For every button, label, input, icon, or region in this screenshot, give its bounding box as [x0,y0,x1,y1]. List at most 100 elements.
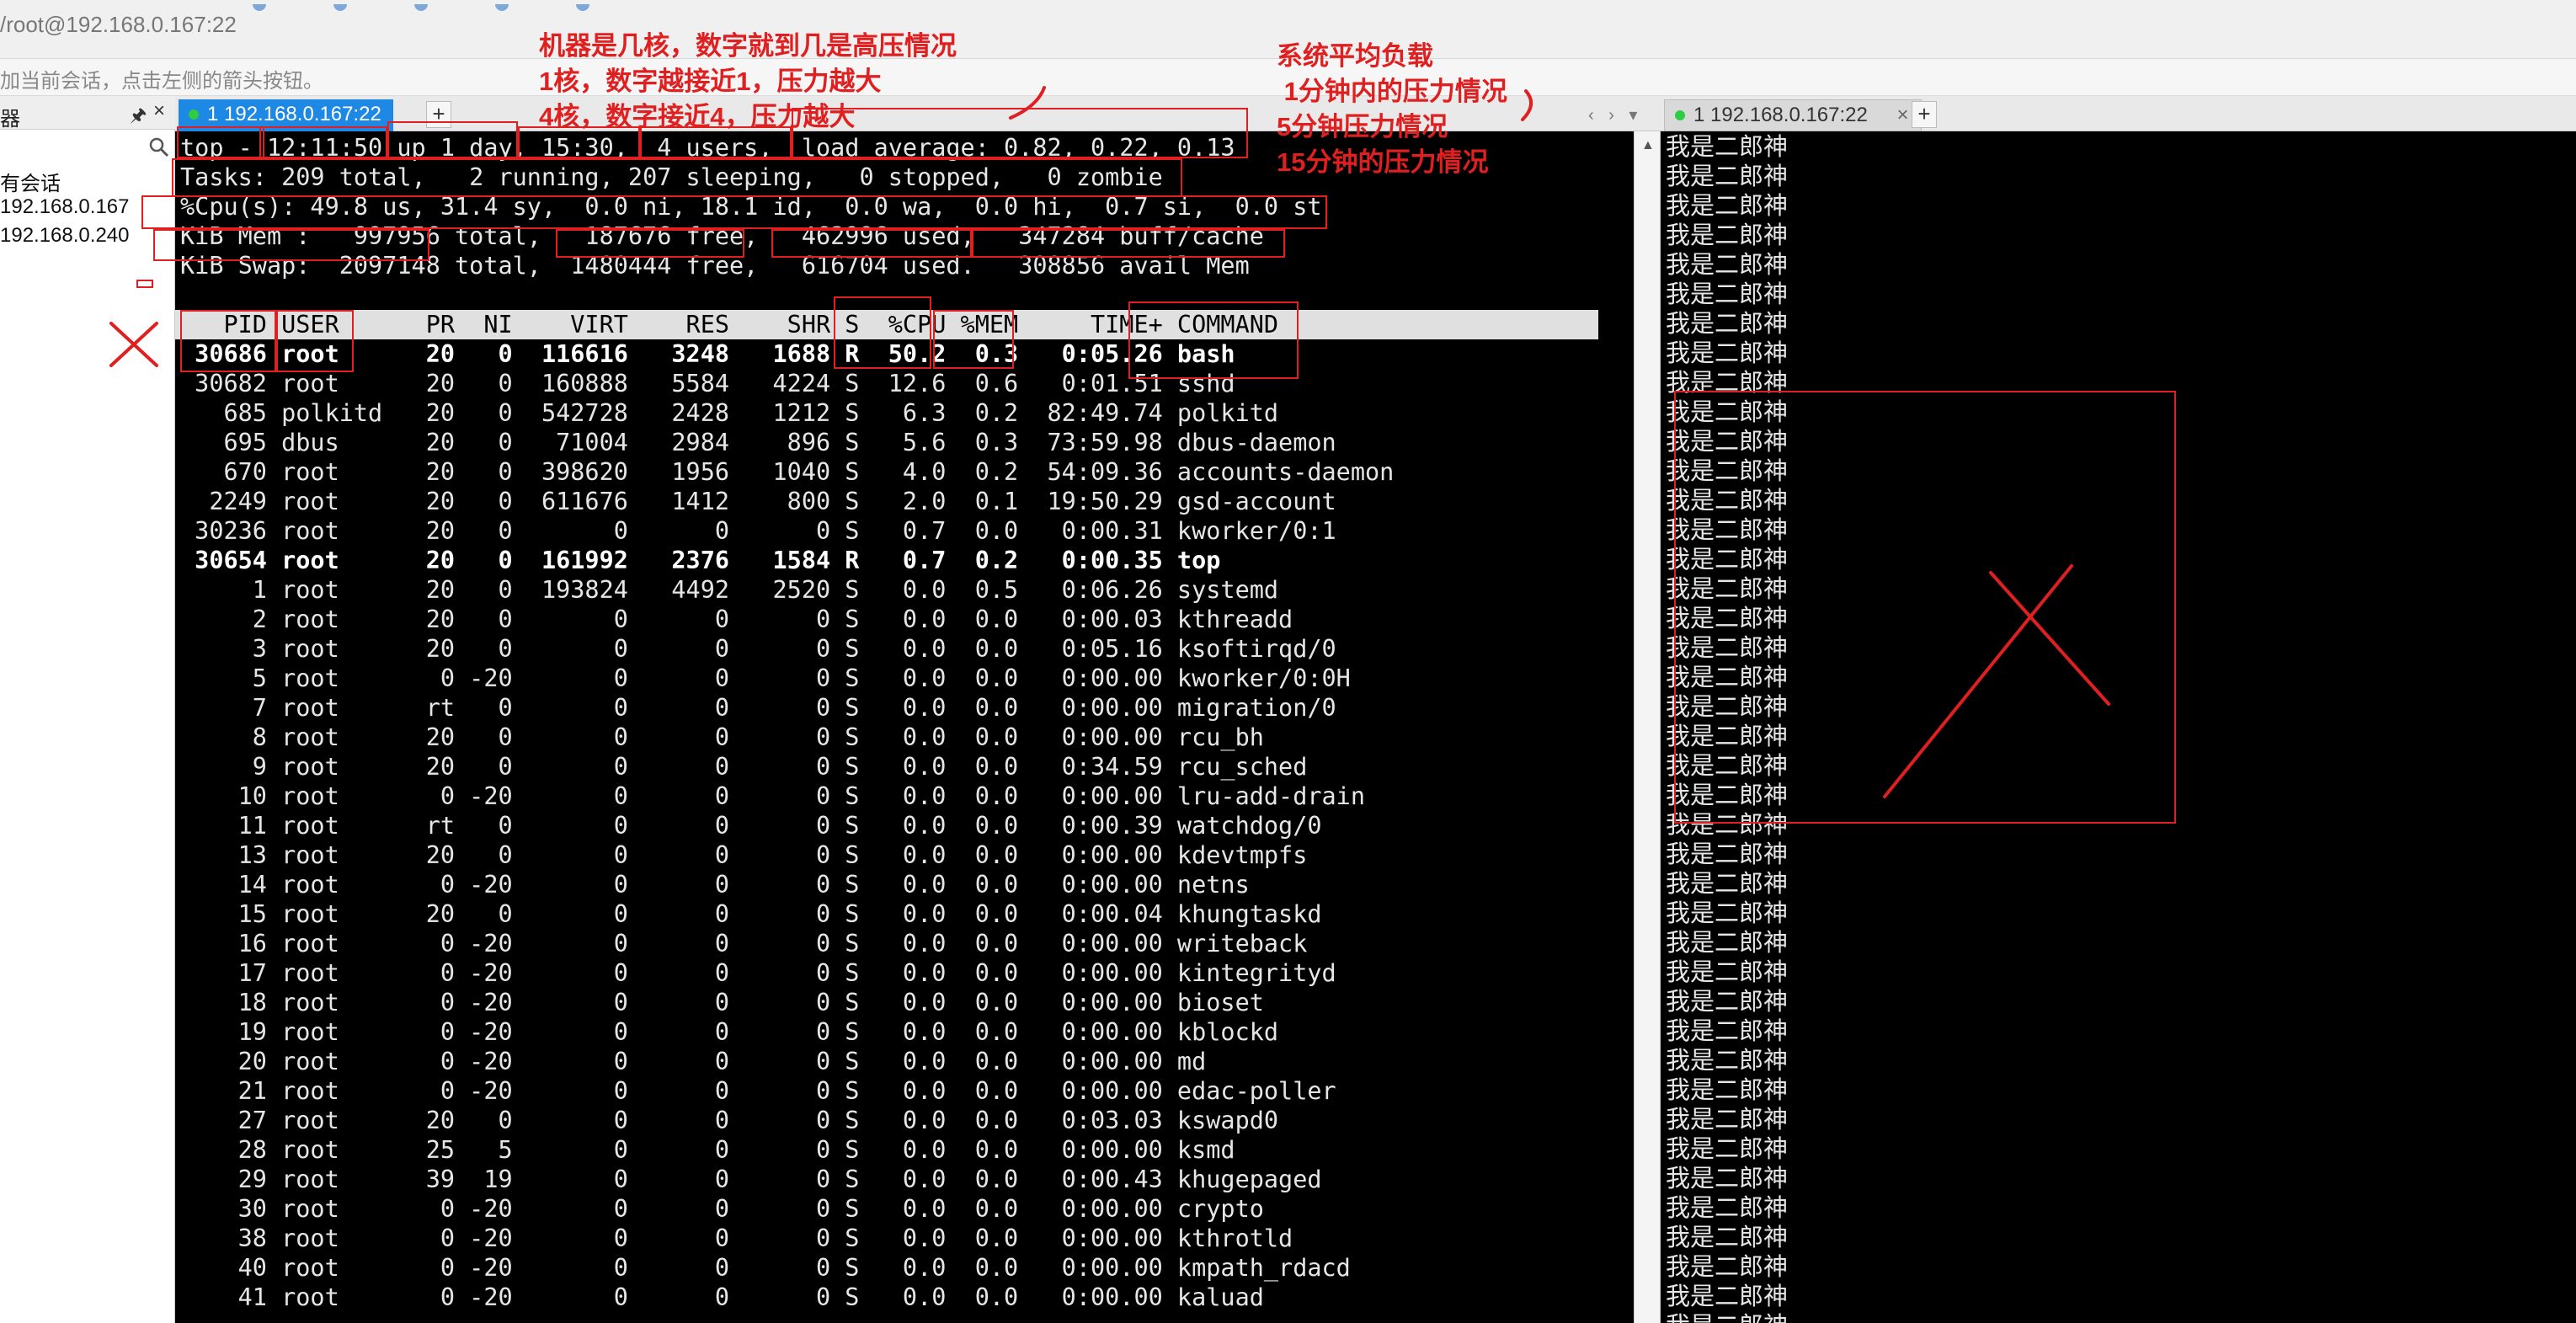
anno-box-cpu [141,195,1327,229]
anno-box-top [177,126,264,158]
table-row: 29 root 39 19 0 0 0 S 0.0 0.0 0:00.43 kh… [180,1166,1322,1193]
connected-icon [189,109,199,120]
output-line: 我是二郎神 [1666,252,1789,279]
output-line: 我是二郎神 [1666,1048,1789,1075]
table-row: 15 root 20 0 0 0 0 S 0.0 0.0 0:00.04 khu… [180,900,1322,928]
table-row: 2249 root 20 0 611676 1412 800 S 2.0 0.1… [180,488,1336,515]
anno-box-command-col [1128,301,1299,379]
note-cores-line-2: 1核，数字越接近1，压力越大 [539,67,882,96]
anno-box-uptime-day [387,121,518,158]
tab-scroll-arrows[interactable]: ‹ › ▾ [1588,104,1642,125]
table-row: 21 root 0 -20 0 0 0 S 0.0 0.0 0:00.00 ed… [180,1077,1336,1105]
output-line: 我是二郎神 [1666,930,1789,957]
note-cores-line-3: 4核，数字接近4，压力越大 [539,102,856,131]
table-row: 9 root 20 0 0 0 0 S 0.0 0.0 0:34.59 rcu_… [180,753,1308,781]
table-row: 30682 root 20 0 160888 5584 4224 S 12.6 … [180,370,1235,397]
note-cores: 机器是几核，数字就到几是高压情况 1核，数字越接近1，压力越大 4核，数字接近4… [539,29,957,135]
table-row: 40 root 0 -20 0 0 0 S 0.0 0.0 0:00.00 km… [180,1254,1351,1282]
note-load-line-2: 1分钟内的压力情况 [1277,77,1507,106]
new-tab-button[interactable]: + [1912,101,1937,128]
output-line: 我是二郎神 [1666,1254,1789,1281]
output-line: 我是二郎神 [1666,1107,1789,1134]
tab-session-right[interactable]: 1 192.168.0.167:22 × [1664,99,1922,131]
table-row: 670 root 20 0 398620 1956 1040 S 4.0 0.2… [180,458,1395,486]
anno-box-buff-cache [972,229,1285,258]
table-row: 8 root 20 0 0 0 0 S 0.0 0.0 0:00.00 rcu_… [180,723,1264,751]
scroll-up-icon[interactable]: ▲ [1641,138,1655,153]
tab-label: 1 192.168.0.167:22 [1693,104,1868,126]
output-line: 我是二郎神 [1666,1136,1789,1163]
table-row: 2 root 20 0 0 0 0 S 0.0 0.0 0:00.03 kthr… [180,605,1293,633]
pin-icon[interactable]: 🖈 [130,101,147,133]
output-line: 我是二郎神 [1666,989,1789,1016]
output-line: 我是二郎神 [1666,222,1789,249]
table-row: 41 root 0 -20 0 0 0 S 0.0 0.0 0:00.00 ka… [180,1283,1264,1311]
output-line: 我是二郎神 [1666,959,1789,986]
table-row: 18 root 0 -20 0 0 0 S 0.0 0.0 0:00.00 bi… [180,989,1264,1016]
output-line: 我是二郎神 [1666,193,1789,220]
session-item-167[interactable]: 192.168.0.167 [0,195,129,219]
output-line: 我是二郎神 [1666,134,1789,161]
anno-box-mem-free [556,229,744,258]
table-row: 30654 root 20 0 161992 2376 1584 R 0.7 0… [180,547,1221,574]
output-line: 我是二郎神 [1666,841,1789,868]
session-item-240[interactable]: 192.168.0.240 [0,224,129,248]
output-line: 我是二郎神 [1666,1166,1789,1192]
note-cores-line-1: 机器是几核，数字就到几是高压情况 [539,31,957,61]
table-row: 19 root 0 -20 0 0 0 S 0.0 0.0 0:00.00 kb… [180,1018,1279,1046]
terminal-scrollbar[interactable]: ▲ [1634,131,1661,1323]
tab-label: 1 192.168.0.167:22 [207,103,381,125]
table-row: 5 root 0 -20 0 0 0 S 0.0 0.0 0:00.00 kwo… [180,664,1351,692]
anno-box-right-output [1674,391,2176,824]
anno-box-mem-col [933,310,1014,369]
session-manager-header: 器 🖈 × [0,96,175,133]
table-row: 20 root 0 -20 0 0 0 S 0.0 0.0 0:00.00 md [180,1048,1207,1075]
close-icon[interactable]: × [153,99,165,123]
table-row: 30236 root 20 0 0 0 0 S 0.7 0.0 0:00.31 … [180,517,1336,545]
output-line: 我是二郎神 [1666,1077,1789,1104]
note-load-line-4: 15分钟的压力情况 [1277,147,1489,177]
output-line: 我是二郎神 [1666,340,1789,367]
note-load-average: 系统平均负载 1分钟内的压力情况 5分钟压力情况 15分钟的压力情况 [1277,39,1507,180]
table-row: 1 root 20 0 193824 4492 2520 S 0.0 0.5 0… [180,576,1279,604]
anno-box-mem-used [771,229,972,258]
table-row: 30 root 0 -20 0 0 0 S 0.0 0.0 0:00.00 cr… [180,1195,1264,1223]
window-title: /root@192.168.0.167:22 [0,12,237,37]
anno-box-small [136,280,153,288]
table-row: 13 root 20 0 0 0 0 S 0.0 0.0 0:00.00 kde… [180,841,1308,869]
output-line: 我是二郎神 [1666,900,1789,927]
hint-text: 加当前会话，点击左侧的箭头按钮。 [0,70,323,93]
table-row: 16 root 0 -20 0 0 0 S 0.0 0.0 0:00.00 wr… [180,930,1308,958]
table-row: 28 root 25 5 0 0 0 S 0.0 0.0 0:00.00 ksm… [180,1136,1235,1164]
output-line: 我是二郎神 [1666,311,1789,338]
output-line: 我是二郎神 [1666,1224,1789,1251]
anno-box-pid [180,310,276,372]
output-line: 我是二郎神 [1666,281,1789,308]
connected-icon [1675,110,1685,120]
note-load-line-3: 5分钟压力情况 [1277,112,1448,141]
anno-box-mem-total [153,229,429,261]
table-row: 685 polkitd 20 0 542728 2428 1212 S 6.3 … [180,399,1279,427]
output-line: 我是二郎神 [1666,1018,1789,1045]
table-row: 17 root 0 -20 0 0 0 S 0.0 0.0 0:00.00 ki… [180,959,1336,987]
table-row: 11 root rt 0 0 0 0 S 0.0 0.0 0:00.39 wat… [180,812,1322,840]
output-line: 我是二郎神 [1666,871,1789,898]
anno-box-time [259,126,387,158]
search-icon[interactable] [148,136,170,158]
output-line: 我是二郎神 [1666,1283,1789,1310]
right-tab-bar: 1 192.168.0.167:22 × + [1661,96,2576,131]
session-manager-title: 器 [0,108,20,131]
table-row: 38 root 0 -20 0 0 0 S 0.0 0.0 0:00.00 kt… [180,1224,1293,1252]
table-row: 14 root 0 -20 0 0 0 S 0.0 0.0 0:00.00 ne… [180,871,1250,899]
note-load-line-1: 系统平均负载 [1277,41,1433,71]
table-row: 7 root rt 0 0 0 0 S 0.0 0.0 0:00.00 migr… [180,694,1336,722]
anno-box-cpu-col [834,296,931,369]
table-row: 3 root 20 0 0 0 0 S 0.0 0.0 0:05.16 ksof… [180,635,1336,663]
table-row: 10 root 0 -20 0 0 0 S 0.0 0.0 0:00.00 lr… [180,782,1365,810]
output-line: 我是二郎神 [1666,1312,1788,1323]
anno-box-user [276,310,354,372]
toolbar-icons-strip [253,0,842,11]
close-tab-icon[interactable]: × [1897,104,1909,126]
session-search[interactable] [0,133,175,167]
table-row: 695 dbus 20 0 71004 2984 896 S 5.6 0.3 7… [180,429,1336,456]
